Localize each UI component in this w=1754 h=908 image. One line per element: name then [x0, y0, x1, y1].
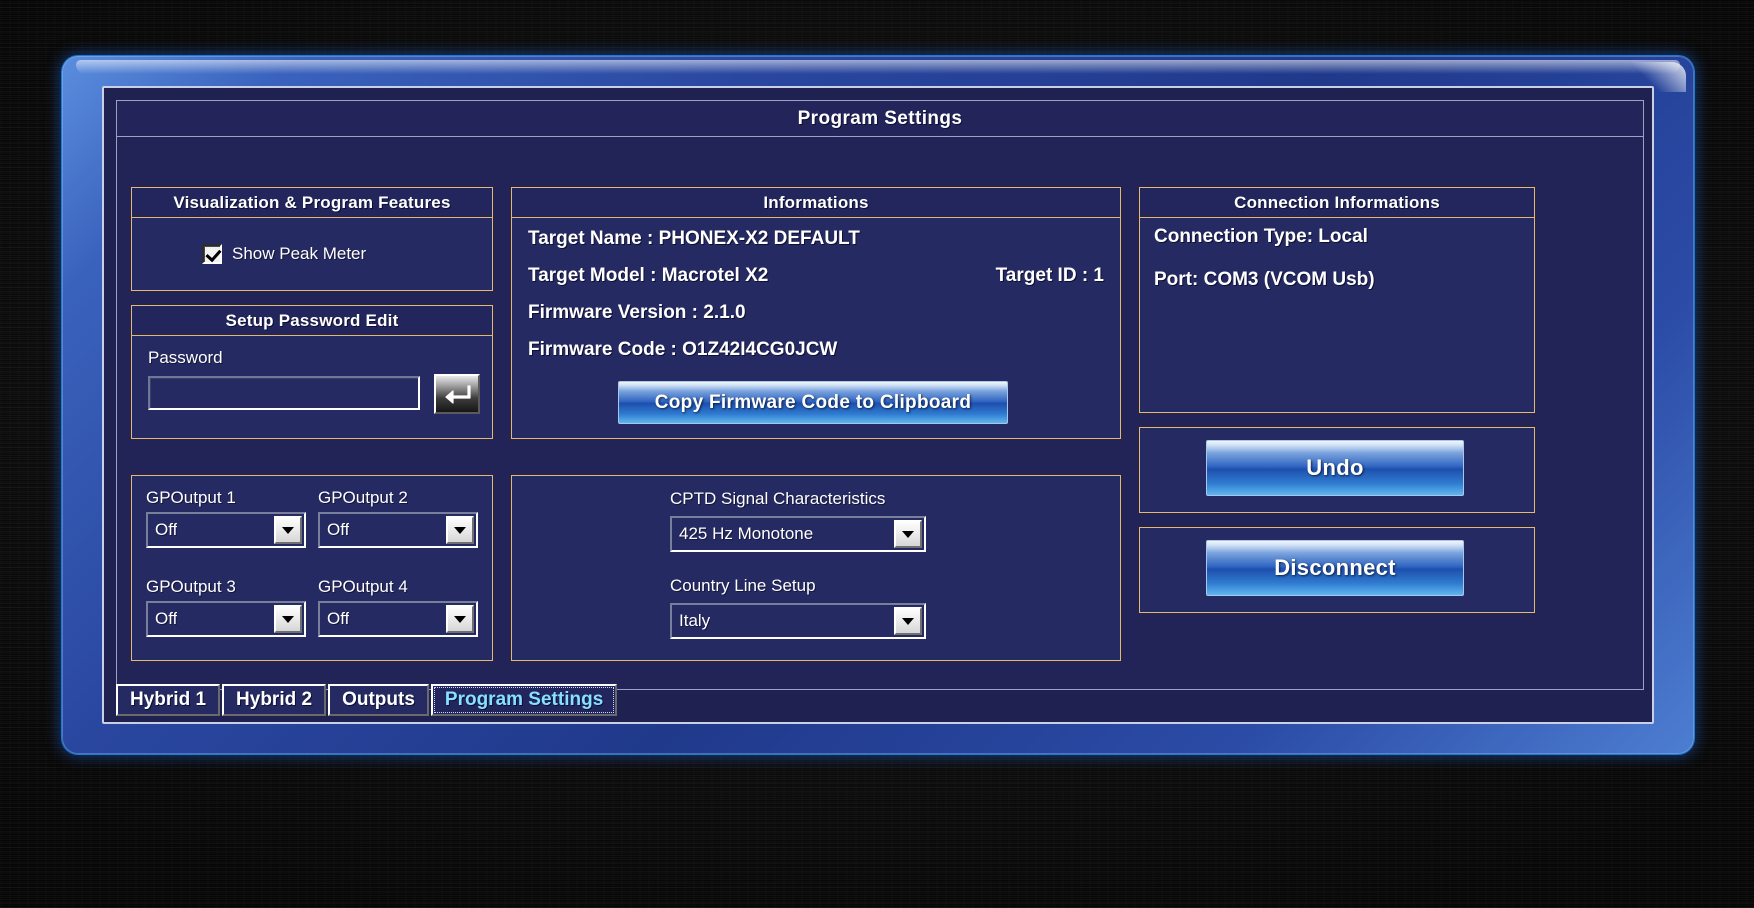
group-body-disconnect: Disconnect — [1140, 528, 1534, 612]
page-title-bar: Program Settings — [117, 101, 1643, 137]
tab-hybrid-2[interactable]: Hybrid 2 — [222, 684, 326, 716]
country-line-setup-label: Country Line Setup — [670, 576, 816, 596]
tab-hybrid-1[interactable]: Hybrid 1 — [116, 684, 220, 716]
gpoutput-1-label: GPOutput 1 — [146, 488, 306, 508]
connection-type-text: Connection Type: Local — [1154, 226, 1368, 248]
password-apply-button[interactable] — [434, 374, 480, 414]
country-line-setup-select[interactable]: Italy — [670, 603, 926, 639]
tab-outputs[interactable]: Outputs — [328, 684, 429, 716]
window-inner-frame: Program Settings Visualization & Program… — [102, 86, 1654, 724]
gpoutput-4-cell: GPOutput 4 Off — [318, 577, 478, 637]
chevron-down-icon[interactable] — [894, 520, 922, 548]
gpoutput-1-value: Off — [148, 520, 177, 540]
application-window: Program Settings Visualization & Program… — [62, 56, 1694, 754]
group-disconnect: Disconnect — [1139, 527, 1535, 613]
gpoutput-3-label: GPOutput 3 — [146, 577, 306, 597]
group-body-cptd: CPTD Signal Characteristics 425 Hz Monot… — [512, 476, 1120, 660]
password-input[interactable] — [148, 376, 420, 410]
group-body-visualization: Show Peak Meter — [132, 218, 492, 289]
group-title-connection: Connection Informations — [1140, 188, 1534, 218]
cptd-signal-label: CPTD Signal Characteristics — [670, 489, 885, 509]
tab-program-settings[interactable]: Program Settings — [431, 684, 617, 716]
group-visualization-features: Visualization & Program Features Show Pe… — [131, 187, 493, 291]
chevron-down-icon[interactable] — [446, 605, 474, 633]
gpoutput-1-select[interactable]: Off — [146, 512, 306, 548]
chevron-down-icon[interactable] — [274, 605, 302, 633]
country-line-setup-value: Italy — [672, 611, 710, 631]
group-undo: Undo — [1139, 427, 1535, 513]
chevron-down-icon[interactable] — [446, 516, 474, 544]
target-name-text: Target Name : PHONEX-X2 DEFAULT — [528, 228, 860, 250]
tab-strip: Hybrid 1 Hybrid 2 Outputs Program Settin… — [116, 682, 619, 716]
group-informations: Informations Target Name : PHONEX-X2 DEF… — [511, 187, 1121, 439]
page-title: Program Settings — [798, 108, 963, 130]
group-title-password: Setup Password Edit — [132, 306, 492, 336]
show-peak-meter-label: Show Peak Meter — [232, 244, 366, 264]
tab-page-program-settings: Program Settings Visualization & Program… — [116, 100, 1644, 690]
undo-button[interactable]: Undo — [1206, 440, 1464, 496]
gpoutput-2-cell: GPOutput 2 Off — [318, 488, 478, 548]
gpoutput-3-value: Off — [148, 609, 177, 629]
gpoutput-1-cell: GPOutput 1 Off — [146, 488, 306, 548]
group-title-visualization: Visualization & Program Features — [132, 188, 492, 218]
chevron-down-icon[interactable] — [274, 516, 302, 544]
gpoutput-4-label: GPOutput 4 — [318, 577, 478, 597]
group-body-informations: Target Name : PHONEX-X2 DEFAULT Target M… — [512, 218, 1120, 437]
gpoutput-2-select[interactable]: Off — [318, 512, 478, 548]
disconnect-button[interactable]: Disconnect — [1206, 540, 1464, 596]
page-body: Visualization & Program Features Show Pe… — [117, 137, 1643, 689]
group-gpoutputs: GPOutput 1 Off GPOutput 2 Off — [131, 475, 493, 661]
group-body-gpoutputs: GPOutput 1 Off GPOutput 2 Off — [132, 476, 492, 660]
copy-firmware-code-button[interactable]: Copy Firmware Code to Clipboard — [618, 381, 1008, 424]
password-label: Password — [148, 348, 223, 368]
gpoutput-4-select[interactable]: Off — [318, 601, 478, 637]
enter-arrow-icon — [444, 383, 472, 407]
group-setup-password-edit: Setup Password Edit Password — [131, 305, 493, 439]
group-connection-informations: Connection Informations Connection Type:… — [1139, 187, 1535, 413]
group-title-informations: Informations — [512, 188, 1120, 218]
connection-port-text: Port: COM3 (VCOM Usb) — [1154, 269, 1375, 291]
gpoutput-3-cell: GPOutput 3 Off — [146, 577, 306, 637]
cptd-signal-select[interactable]: 425 Hz Monotone — [670, 516, 926, 552]
checkbox-checked-icon[interactable] — [202, 244, 222, 264]
show-peak-meter-row[interactable]: Show Peak Meter — [132, 218, 492, 289]
gpoutput-2-label: GPOutput 2 — [318, 488, 478, 508]
firmware-version-text: Firmware Version : 2.1.0 — [528, 302, 746, 324]
group-body-undo: Undo — [1140, 428, 1534, 512]
firmware-code-text: Firmware Code : O1Z42I4CG0JCW — [528, 339, 837, 361]
group-body-connection: Connection Type: Local Port: COM3 (VCOM … — [1140, 218, 1534, 411]
gpoutput-3-select[interactable]: Off — [146, 601, 306, 637]
gpoutput-2-value: Off — [320, 520, 349, 540]
cptd-signal-value: 425 Hz Monotone — [672, 524, 813, 544]
target-model-text: Target Model : Macrotel X2 — [528, 265, 768, 287]
gpoutput-4-value: Off — [320, 609, 349, 629]
group-body-password: Password — [132, 336, 492, 437]
target-id-text: Target ID : 1 — [996, 265, 1104, 287]
group-cptd-signal: CPTD Signal Characteristics 425 Hz Monot… — [511, 475, 1121, 661]
chevron-down-icon[interactable] — [894, 607, 922, 635]
